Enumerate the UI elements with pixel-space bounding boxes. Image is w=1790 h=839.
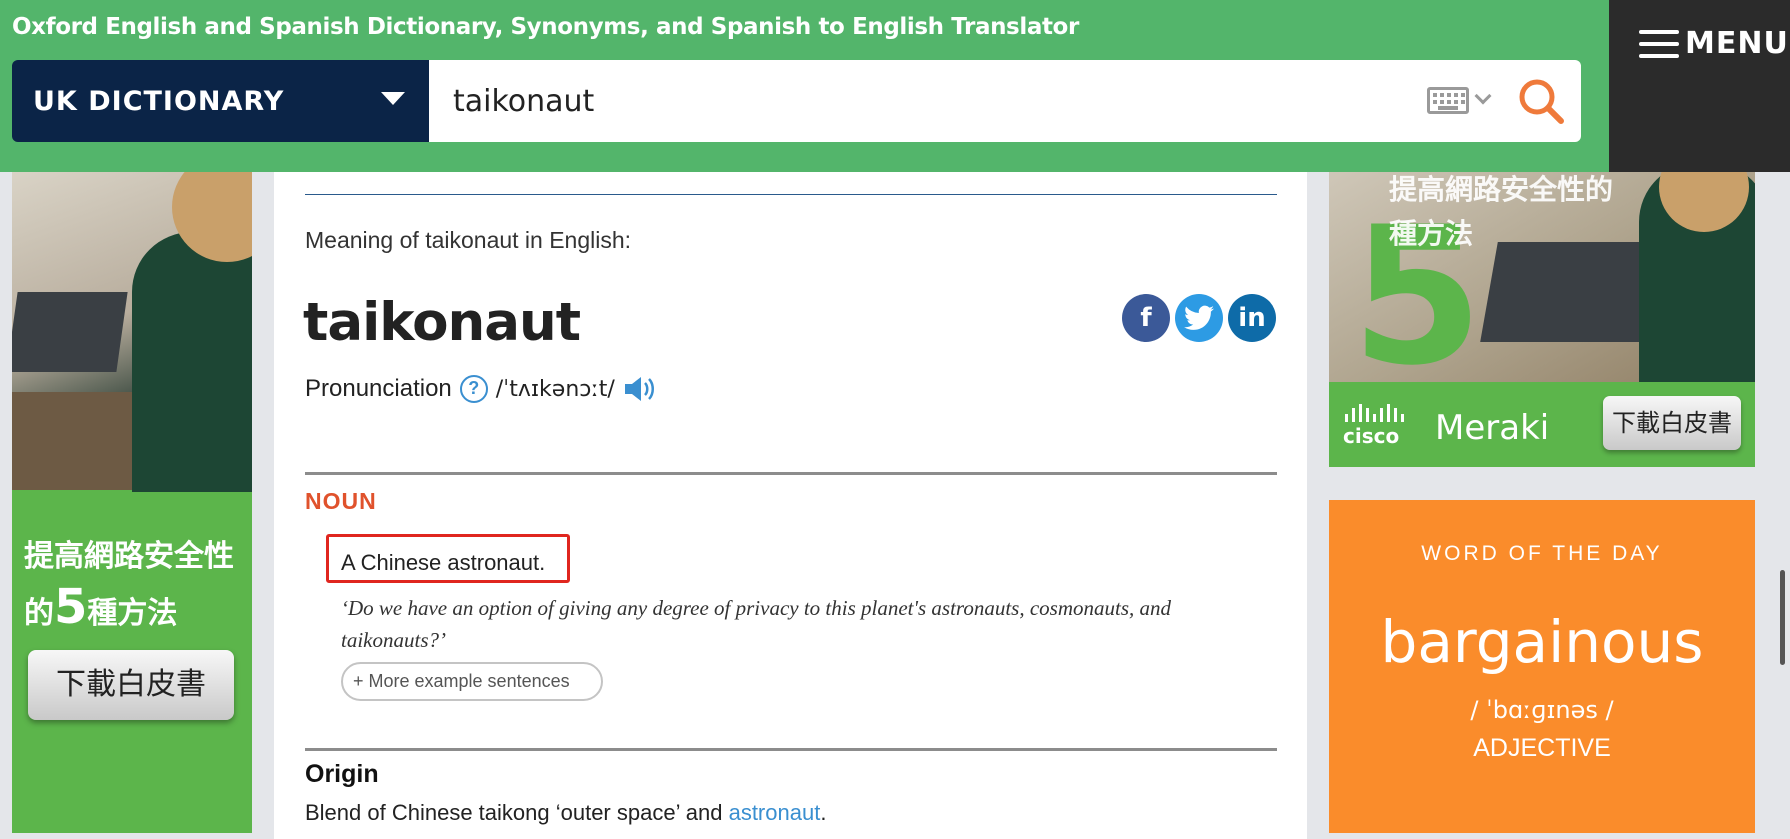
caret-down-icon: [381, 92, 405, 105]
facebook-share-icon[interactable]: f: [1122, 294, 1170, 342]
headword: taikonaut: [303, 292, 581, 353]
ipa-transcription: /ˈtʌɪkənɔːt/: [495, 376, 615, 402]
menu-button[interactable]: MENU: [1609, 0, 1790, 172]
pronunciation-row: Pronunciation ? /ˈtʌɪkənɔːt/: [305, 375, 657, 403]
cisco-logo: cisco: [1343, 404, 1423, 448]
menu-label: MENU: [1685, 26, 1789, 61]
word-of-the-day-label: WORD OF THE DAY: [1421, 542, 1663, 565]
right-advertisement[interactable]: 5 提高網路安全性的 種方法 cisco Meraki 下載白皮書: [1329, 172, 1755, 467]
definition: A Chinese astronaut.: [341, 550, 546, 575]
meaning-label: Meaning of taikonaut in English:: [305, 227, 632, 253]
search-input[interactable]: [453, 76, 1353, 126]
site-title[interactable]: Oxford English and Spanish Dictionary, S…: [12, 14, 1079, 40]
ad-right-download-button[interactable]: 下載白皮書: [1603, 396, 1741, 450]
dictionary-select[interactable]: UK DICTIONARY: [12, 60, 429, 142]
astronaut-link[interactable]: astronaut: [729, 800, 821, 825]
pronunciation-label: Pronunciation: [305, 375, 452, 402]
ad-photo: [12, 172, 252, 492]
part-of-speech: NOUN: [305, 488, 377, 514]
search-box: [429, 60, 1581, 142]
ad-left-download-button[interactable]: 下載白皮書: [28, 650, 234, 720]
help-icon[interactable]: ?: [459, 375, 488, 403]
meraki-logo: Meraki: [1435, 408, 1550, 448]
section-divider: [305, 748, 1277, 751]
scrollbar-thumb[interactable]: [1780, 570, 1785, 665]
keyboard-icon[interactable]: [1427, 87, 1469, 114]
origin-heading: Origin: [305, 760, 379, 788]
section-divider: [305, 472, 1277, 475]
keyboard-chevron-down-icon[interactable]: [1474, 87, 1492, 105]
left-advertisement[interactable]: 提高網路安全性 的5種方法 下載白皮書: [12, 172, 252, 833]
entry-panel: Meaning of taikonaut in English: taikona…: [274, 172, 1307, 839]
word-of-the-day-card[interactable]: WORD OF THE DAY bargainous / ˈbɑːɡɪnəs /…: [1329, 500, 1755, 833]
ad-photo: 5 提高網路安全性的 種方法: [1329, 172, 1755, 392]
twitter-share-icon[interactable]: [1175, 294, 1223, 342]
more-examples-button[interactable]: + More example sentences: [341, 662, 603, 701]
word-of-the-day-pos: ADJECTIVE: [1473, 734, 1611, 762]
linkedin-share-icon[interactable]: in: [1228, 294, 1276, 342]
example-sentence: ‘Do we have an option of giving any degr…: [341, 596, 1172, 652]
ad-right-headline: 提高網路安全性的 種方法: [1389, 173, 1614, 250]
site-header: Oxford English and Spanish Dictionary, S…: [0, 0, 1609, 172]
dictionary-select-label: UK DICTIONARY: [33, 86, 285, 117]
speaker-icon[interactable]: [623, 375, 657, 403]
word-of-the-day-word[interactable]: bargainous: [1329, 608, 1755, 676]
origin-text: Blend of Chinese taikong ‘outer space’ a…: [305, 800, 827, 825]
hamburger-icon: [1639, 30, 1679, 66]
ad-left-headline: 提高網路安全性 的5種方法: [24, 539, 234, 635]
divider: [305, 194, 1277, 195]
search-icon[interactable]: [1516, 76, 1566, 126]
word-of-the-day-ipa: / ˈbɑːɡɪnəs /: [1470, 696, 1614, 724]
